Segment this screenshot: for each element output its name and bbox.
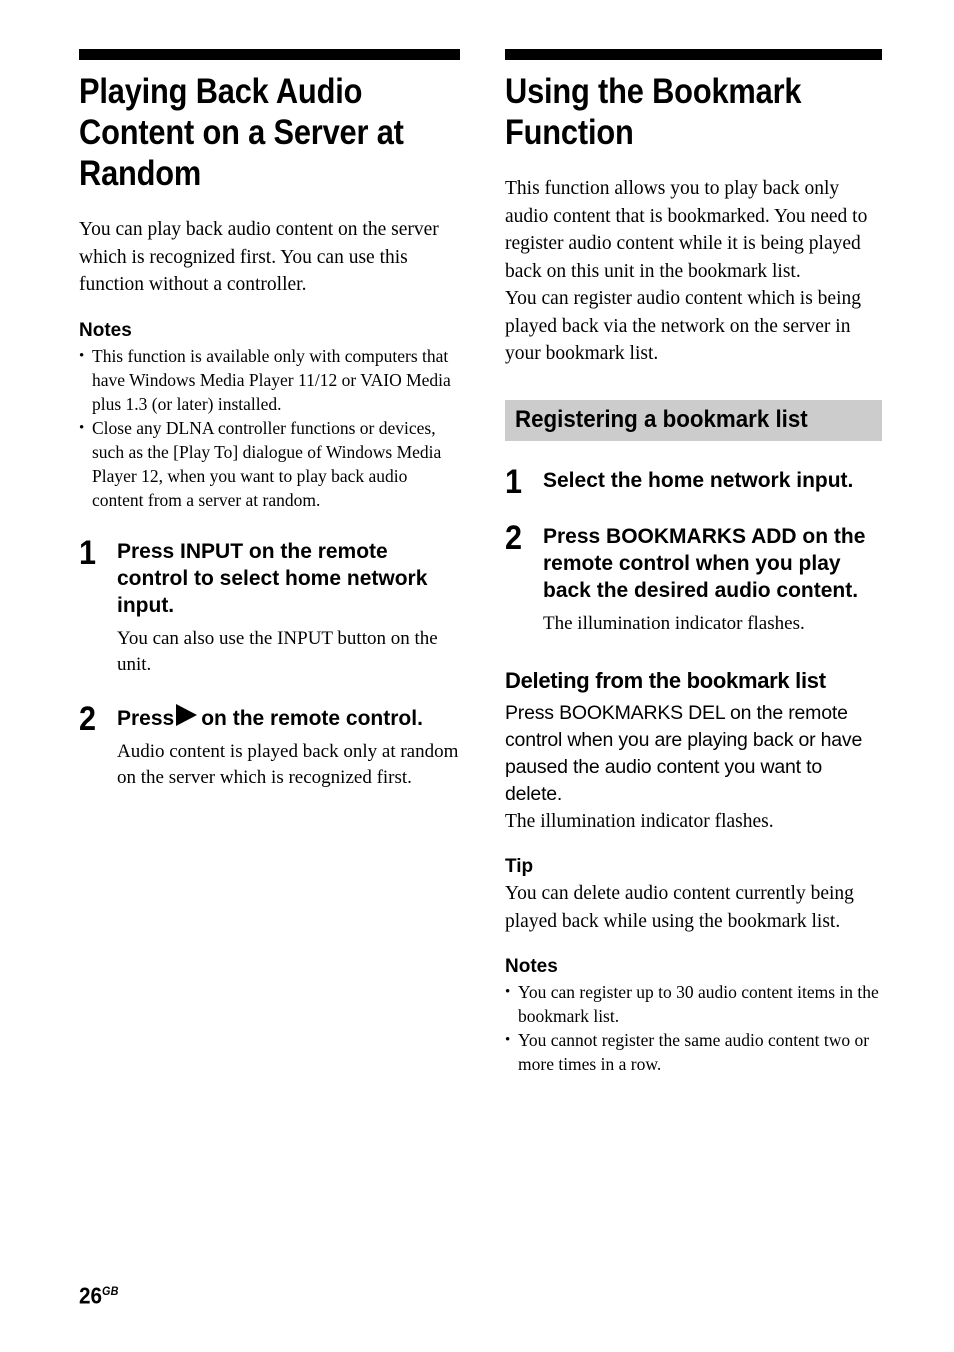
right-notes-heading: Notes [505, 956, 558, 977]
step-instruction-part-1: Press [117, 706, 175, 730]
step-body: Press INPUT on the remote control to sel… [117, 538, 460, 678]
section-bar-label: Registering a bookmark list [515, 405, 808, 433]
left-notes-heading: Notes [79, 319, 132, 341]
left-intro-paragraph: You can play back audio content on the s… [79, 219, 439, 295]
right-intro-paragraph-1: This function allows you to play back on… [505, 178, 868, 282]
right-step-1: 1 Select the home network input. [505, 462, 882, 501]
tip-heading: Tip [505, 856, 534, 877]
left-column: Playing Back Audio Content on a Server a… [79, 49, 460, 791]
page-title-left: Playing Back Audio Content on a Server a… [79, 72, 404, 193]
step-instruction: Select the home network input. [543, 468, 854, 492]
chapter-rule-left [79, 49, 460, 60]
right-column: Using the Bookmark Function This functio… [505, 49, 882, 1076]
step-body: Press BOOKMARKS ADD on the remote contro… [543, 523, 882, 637]
deleting-section-heading: Deleting from the bookmark list [505, 667, 826, 693]
step-instruction: Press BOOKMARKS ADD on the remote contro… [543, 524, 866, 602]
left-step-1: 1 Press INPUT on the remote control to s… [79, 533, 460, 678]
step-body: Select the home network input. [543, 467, 882, 494]
step-description: You can also use the INPUT button on the… [117, 627, 438, 675]
step-number: 1 [79, 533, 97, 572]
list-item: You can register up to 30 audio content … [505, 980, 882, 1028]
step-instruction: Press INPUT on the remote control to sel… [117, 539, 428, 617]
section-bar: Registering a bookmark list [505, 399, 882, 441]
step-instruction-part-2: on the remote control. [201, 706, 423, 730]
page-region-code: GB [102, 1284, 119, 1298]
list-item: You cannot register the same audio conte… [505, 1028, 882, 1076]
step-number: 1 [505, 462, 523, 501]
left-step-2: 2 Press on the remote control. Audio cont… [79, 699, 460, 791]
right-intro-paragraph-2: You can register audio content which is … [505, 288, 861, 364]
step-body: Press on the remote control. Audio conten… [117, 703, 460, 791]
list-item: This function is available only with com… [79, 344, 460, 416]
step-description: Audio content is played back only at ran… [117, 740, 459, 788]
manual-page: Playing Back Audio Content on a Server a… [0, 0, 954, 1352]
tip-body: You can delete audio content currently b… [505, 883, 854, 932]
page-folio: 26GB [79, 1280, 119, 1308]
deleting-section-body: Press BOOKMARKS DEL on the remote contro… [505, 701, 863, 805]
page-title-right: Using the Bookmark Function [505, 72, 802, 152]
right-notes-list: You can register up to 30 audio content … [505, 980, 882, 1076]
deleting-section-result: The illumination indicator flashes. [505, 810, 774, 832]
left-notes-list: This function is available only with com… [79, 344, 460, 512]
list-item: Close any DLNA controller functions or d… [79, 416, 460, 512]
chapter-rule-right [505, 49, 882, 60]
step-instruction: Press on the remote control. [117, 703, 460, 732]
step-number: 2 [505, 518, 523, 557]
play-arrow-icon [176, 703, 198, 726]
page-number: 26 [79, 1282, 103, 1309]
step-description: The illumination indicator flashes. [543, 612, 805, 634]
right-step-2: 2 Press BOOKMARKS ADD on the remote cont… [505, 518, 882, 637]
step-number: 2 [79, 699, 97, 738]
